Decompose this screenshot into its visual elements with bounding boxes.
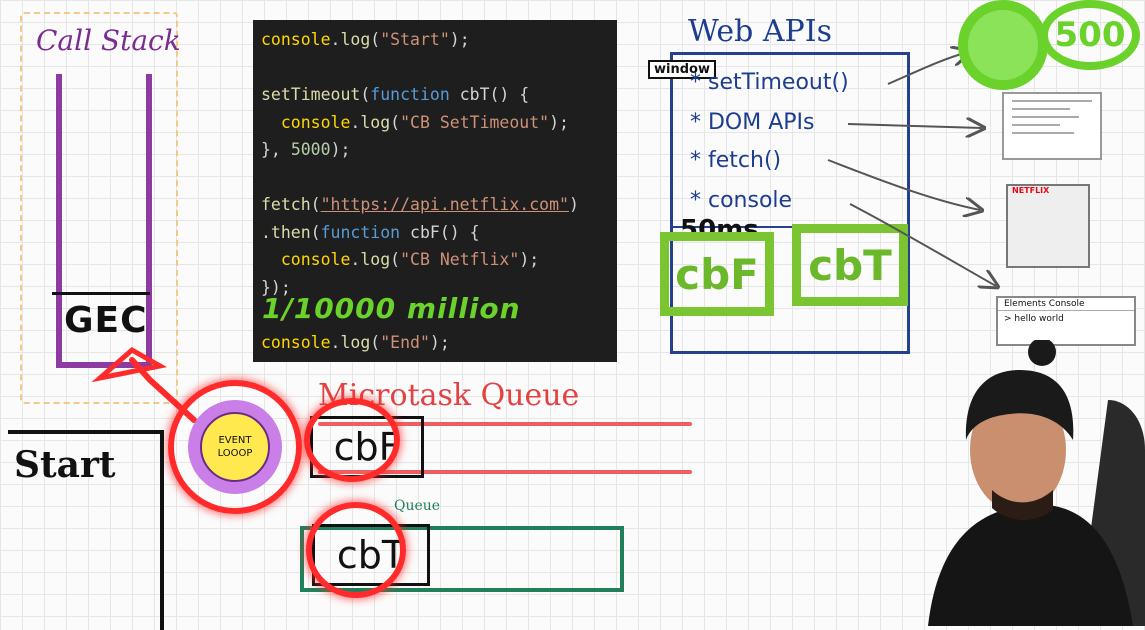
devtools-tabs: Elements Console [998,298,1134,311]
devtools-output: > hello world [1004,314,1064,324]
highlight-ring-cbt [306,502,406,598]
presenter-webcam [928,340,1145,626]
timer-clock-icon [958,0,1048,90]
arrow-to-netflix [827,159,980,210]
timer-badge: 500 [1040,0,1140,70]
event-loop-label-1: EVENT [218,435,252,446]
arrow-to-timer [887,52,968,85]
event-loop-icon: EVENT LOOOP [188,400,282,494]
arrow-to-dom [847,124,982,128]
highlight-ring-cbf [304,398,400,482]
event-loop-center: EVENT LOOOP [200,412,270,482]
arrow-to-console [849,203,996,286]
netflix-page-thumbnail [1006,184,1090,268]
console-output: Start [14,444,116,486]
dom-code-thumbnail [1002,92,1102,160]
event-loop-label-2: LOOOP [217,448,253,459]
netflix-brand-label: NETFLIX [1012,186,1050,195]
callback-queue-title: Queue [394,498,441,514]
devtools-console-thumbnail: Elements Console > hello world [996,296,1136,346]
arrow-head-stack [91,346,168,383]
timer-badge-value: 500 [1054,15,1126,55]
